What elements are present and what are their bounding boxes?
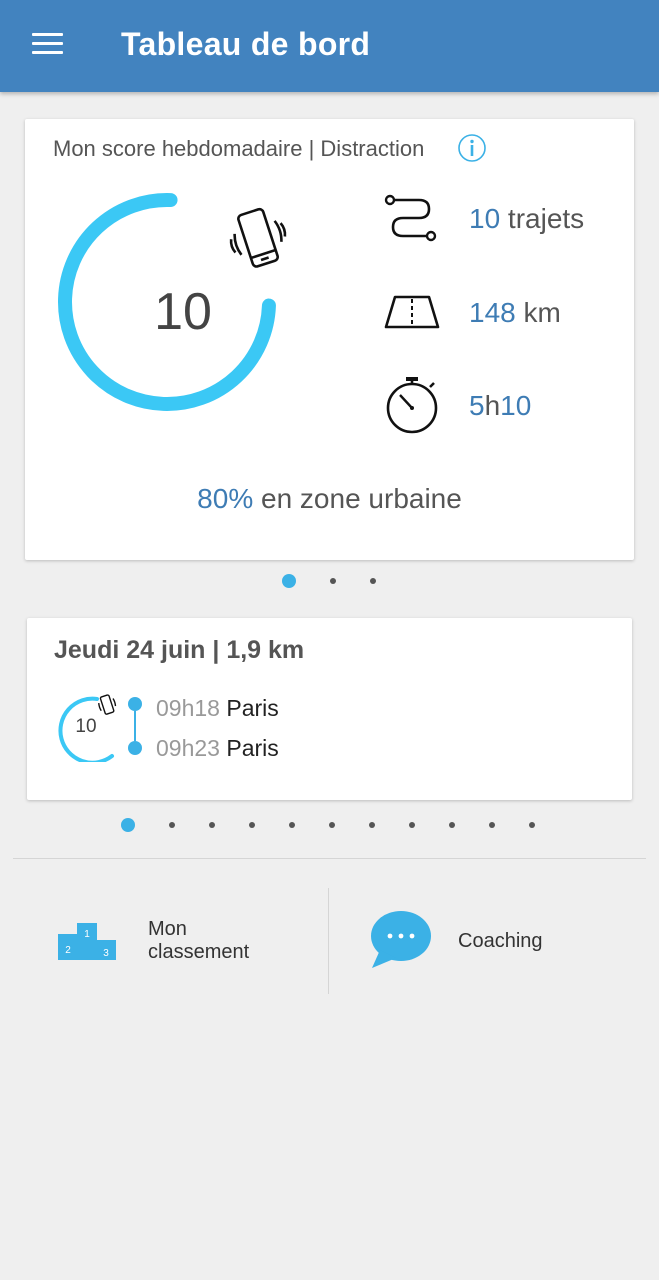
- pager-dot[interactable]: [369, 822, 375, 828]
- app-bar: Tableau de bord: [0, 0, 659, 92]
- urban-percent: 80%: [197, 483, 254, 514]
- pager-dot[interactable]: [449, 822, 455, 828]
- coaching-button[interactable]: Coaching: [360, 900, 620, 985]
- end-time: 09h23: [156, 735, 220, 761]
- duration-h: h: [484, 390, 501, 421]
- end-city: Paris: [226, 735, 279, 761]
- trip-start-row: 09h18 Paris: [156, 695, 279, 722]
- score-card-title: Mon score hebdomadaire | Distraction: [53, 136, 425, 161]
- road-icon: [384, 295, 440, 329]
- stopwatch-icon: [386, 377, 438, 434]
- trip-timeline: [128, 697, 142, 755]
- weekly-score-card[interactable]: Mon score hebdomadaire | Distraction 10 …: [25, 119, 634, 560]
- pager-dot[interactable]: [169, 822, 175, 828]
- trip-score: 10: [75, 716, 97, 737]
- ranking-label-line1: Mon: [148, 918, 187, 940]
- distance-stat: 148 km: [469, 297, 561, 329]
- vibrating-phone-icon: [229, 207, 287, 268]
- chat-bubble-icon: [371, 911, 431, 968]
- pager-dot[interactable]: [489, 822, 495, 828]
- divider: [13, 858, 646, 859]
- distance-unit: km: [515, 297, 561, 328]
- distance-value: 148: [469, 297, 516, 328]
- pager-dot[interactable]: [282, 574, 296, 588]
- pager-dot[interactable]: [409, 822, 415, 828]
- trip-pager: [121, 818, 535, 832]
- pager-dot[interactable]: [209, 822, 215, 828]
- route-icon: [384, 194, 437, 242]
- info-icon[interactable]: [457, 133, 487, 163]
- pager-dot[interactable]: [329, 822, 335, 828]
- pager-dot[interactable]: [121, 818, 135, 832]
- podium-third: 3: [103, 948, 109, 959]
- pager-dot[interactable]: [330, 578, 336, 584]
- trips-stat: 10 trajets: [469, 203, 584, 235]
- divider: [328, 888, 329, 994]
- pager-dot[interactable]: [529, 822, 535, 828]
- urban-label: en zone urbaine: [253, 483, 462, 514]
- coaching-label: Coaching: [458, 930, 543, 952]
- score-pager: [282, 574, 376, 588]
- pager-dot[interactable]: [249, 822, 255, 828]
- urban-zone-text: 80% en zone urbaine: [25, 483, 634, 515]
- page-title: Tableau de bord: [121, 26, 371, 62]
- duration-stat: 5h10: [469, 390, 531, 422]
- ranking-button[interactable]: 2 1 3 Mon classement: [40, 900, 310, 985]
- ranking-label-line2: classement: [148, 941, 250, 963]
- podium-second: 2: [65, 945, 71, 956]
- ranking-label: Mon classement: [148, 918, 249, 964]
- pager-dot[interactable]: [370, 578, 376, 584]
- weekly-score-value: 10: [154, 283, 212, 341]
- trip-title: Jeudi 24 juin | 1,9 km: [54, 636, 305, 664]
- trip-end-row: 09h23 Paris: [156, 735, 279, 762]
- duration-hours: 5: [469, 390, 485, 421]
- duration-minutes: 10: [500, 390, 532, 421]
- trips-unit: trajets: [500, 203, 585, 234]
- hamburger-menu-icon[interactable]: [28, 30, 68, 62]
- start-city: Paris: [226, 695, 279, 721]
- start-time: 09h18: [156, 695, 220, 721]
- pager-dot[interactable]: [289, 822, 295, 828]
- trip-card[interactable]: Jeudi 24 juin | 1,9 km 10 09h18 Paris 09…: [27, 618, 632, 800]
- podium-icon: 2 1 3: [58, 923, 116, 960]
- podium-first: 1: [84, 929, 90, 940]
- trips-count: 10: [469, 203, 501, 234]
